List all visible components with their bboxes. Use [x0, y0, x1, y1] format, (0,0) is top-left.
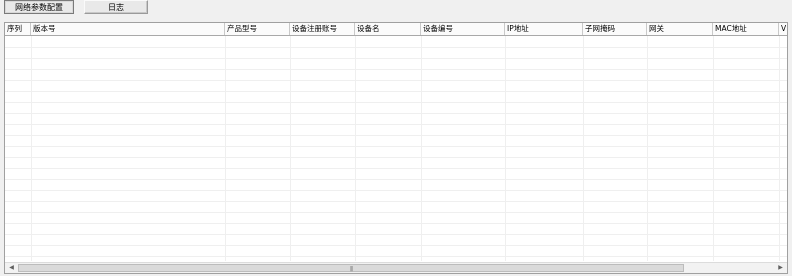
grid-row-line	[5, 102, 787, 103]
grid-column-line	[31, 36, 32, 261]
grid-column-line	[647, 36, 648, 261]
table-body	[5, 36, 787, 261]
grid-row-line	[5, 80, 787, 81]
grid-row-line	[5, 245, 787, 246]
grid-column-line	[225, 36, 226, 261]
grid-row-line	[5, 146, 787, 147]
tab-network-config[interactable]: 网络参数配置	[4, 0, 74, 14]
column-header-product-model[interactable]: 产品型号	[225, 23, 290, 35]
column-header-device-number[interactable]: 设备编号	[421, 23, 505, 35]
grid-row-line	[5, 223, 787, 224]
column-header-mac-address[interactable]: MAC地址	[713, 23, 779, 35]
scrollbar-thumb[interactable]: |||	[18, 264, 684, 272]
table-header: 序列 版本号 产品型号 设备注册账号 设备名 设备编号 IP地址 子网掩码 网关…	[5, 23, 787, 36]
column-header-version[interactable]: 版本号	[31, 23, 225, 35]
grid-column-line	[290, 36, 291, 261]
grid-row-line	[5, 256, 787, 257]
column-header-truncated[interactable]: V	[779, 23, 787, 35]
column-header-gateway[interactable]: 网关	[647, 23, 713, 35]
column-header-subnet-mask[interactable]: 子网掩码	[583, 23, 647, 35]
scroll-left-arrow-icon[interactable]: ◀	[6, 263, 17, 273]
tab-log[interactable]: 日志	[84, 0, 148, 14]
horizontal-scrollbar[interactable]: ◀ ||| ▶	[5, 262, 787, 273]
column-header-registration-account[interactable]: 设备注册账号	[290, 23, 355, 35]
toolbar: 网络参数配置 日志	[0, 0, 792, 16]
grid-column-line	[713, 36, 714, 261]
grid-column-line	[505, 36, 506, 261]
grid-row-line	[5, 47, 787, 48]
scrollbar-grip-icon: |||	[349, 266, 353, 272]
grid-row-line	[5, 135, 787, 136]
grid-row-line	[5, 58, 787, 59]
grid-column-line	[421, 36, 422, 261]
grid-column-line	[779, 36, 780, 261]
grid-column-line	[355, 36, 356, 261]
grid-row-line	[5, 168, 787, 169]
grid-row-line	[5, 190, 787, 191]
device-table: 序列 版本号 产品型号 设备注册账号 设备名 设备编号 IP地址 子网掩码 网关…	[4, 22, 788, 274]
column-header-index[interactable]: 序列	[5, 23, 31, 35]
grid-row-line	[5, 124, 787, 125]
grid-row-line	[5, 113, 787, 114]
grid-row-line	[5, 212, 787, 213]
grid-row-line	[5, 157, 787, 158]
grid-row-line	[5, 91, 787, 92]
scroll-right-arrow-icon[interactable]: ▶	[775, 263, 786, 273]
grid-row-line	[5, 69, 787, 70]
grid-row-line	[5, 179, 787, 180]
grid-row-line	[5, 201, 787, 202]
grid-column-line	[583, 36, 584, 261]
column-header-device-name[interactable]: 设备名	[355, 23, 421, 35]
grid-row-line	[5, 234, 787, 235]
column-header-ip-address[interactable]: IP地址	[505, 23, 583, 35]
